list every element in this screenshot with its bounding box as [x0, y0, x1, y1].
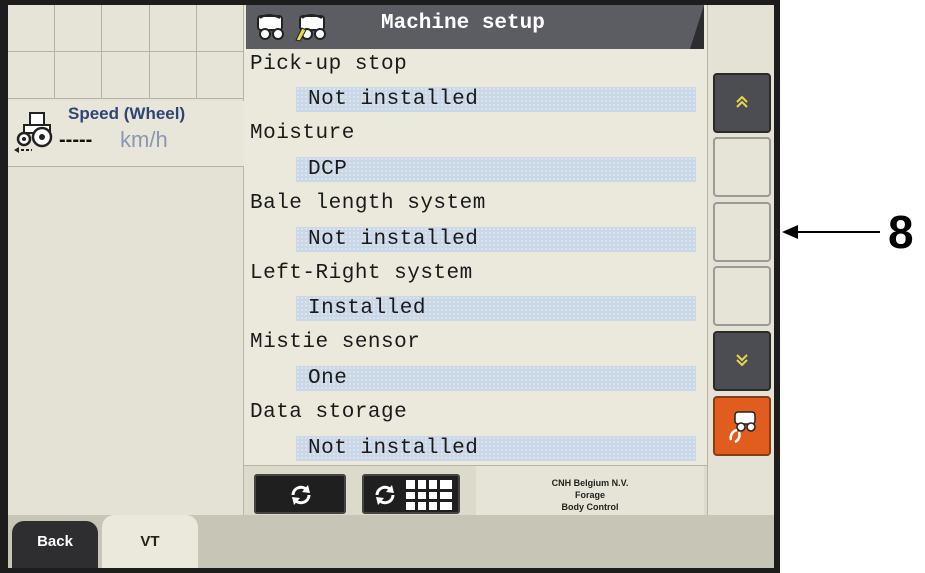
- speed-unit: km/h: [120, 127, 168, 152]
- terminal-screen: Speed (Wheel) ----- km/h Machine setup P…: [8, 5, 774, 568]
- double-chevron-down-icon: [736, 354, 748, 367]
- grid-cell: [149, 5, 197, 52]
- setting-value-moisture[interactable]: DCP: [296, 157, 696, 182]
- grid-cell: [8, 52, 56, 99]
- callout-line: [796, 231, 880, 233]
- setting-value-data-storage[interactable]: Not installed: [296, 436, 696, 461]
- setting-value-mistie-sensor[interactable]: One: [296, 366, 696, 391]
- softkey-empty-1[interactable]: [713, 137, 771, 197]
- title-corner: [690, 5, 704, 49]
- company-module: Body Control: [561, 502, 619, 512]
- company-info: CNH Belgium N.V. Forage Body Control: [476, 466, 704, 516]
- grid-cell: [196, 5, 244, 52]
- speed-value: -----: [59, 129, 93, 151]
- callout-number: 8: [888, 206, 914, 258]
- baler-settings-icon: [295, 14, 326, 42]
- back-tab[interactable]: Back: [12, 521, 98, 568]
- empty-grid: [8, 5, 244, 99]
- setting-label: Moisture: [250, 122, 355, 145]
- scroll-down-softkey[interactable]: [713, 331, 771, 391]
- left-panel: Speed (Wheel) ----- km/h: [8, 5, 244, 515]
- grid-cell: [196, 52, 244, 99]
- vt-tab[interactable]: VT: [102, 515, 198, 568]
- baler-icon: [257, 14, 284, 40]
- grid-cell: [8, 5, 56, 52]
- double-chevron-up-icon: [736, 95, 748, 108]
- softkey-empty-2[interactable]: [713, 202, 771, 262]
- grid-cell: [102, 52, 150, 99]
- setting-label: Mistie sensor: [250, 331, 421, 354]
- speed-widget: Speed (Wheel) ----- km/h: [8, 101, 244, 167]
- scroll-up-softkey[interactable]: [713, 73, 771, 133]
- company-division: Forage: [574, 490, 605, 500]
- grid-cell: [55, 5, 103, 52]
- grid-icon: [406, 480, 452, 510]
- setting-value-bale-length[interactable]: Not installed: [296, 227, 696, 252]
- grid-cell: [149, 52, 197, 99]
- tractor-icon: [14, 112, 53, 153]
- softkey-column: [707, 5, 774, 515]
- grid-cell: [102, 5, 150, 52]
- refresh-button[interactable]: [254, 474, 346, 514]
- setting-value-pickup-stop[interactable]: Not installed: [296, 87, 696, 112]
- title-bar: Machine setup: [246, 5, 704, 49]
- refresh-icon: [291, 485, 311, 505]
- display-bezel: Speed (Wheel) ----- km/h Machine setup P…: [0, 0, 780, 573]
- setting-label: Bale length system: [250, 192, 486, 215]
- baler-config-softkey[interactable]: [713, 396, 771, 456]
- company-name: CNH Belgium N.V.: [551, 478, 629, 488]
- softkey-empty-3[interactable]: [713, 266, 771, 326]
- machine-setup-panel: Machine setup Pick-up stop Not installed…: [244, 5, 707, 516]
- grid-cell: [55, 52, 103, 99]
- baler-config-icon: [729, 411, 756, 444]
- refresh-icon: [375, 485, 395, 505]
- speed-label: Speed (Wheel): [68, 104, 186, 123]
- tab-strip: Back VT: [8, 515, 774, 568]
- bottom-button-bar: CNH Belgium N.V. Forage Body Control: [244, 465, 707, 516]
- setting-label: Data storage: [250, 401, 408, 424]
- setting-value-left-right[interactable]: Installed: [296, 296, 696, 321]
- setting-label: Pick-up stop: [250, 53, 408, 76]
- setting-label: Left-Right system: [250, 262, 473, 285]
- refresh-grid-button[interactable]: [362, 474, 460, 514]
- page-title: Machine setup: [381, 12, 545, 35]
